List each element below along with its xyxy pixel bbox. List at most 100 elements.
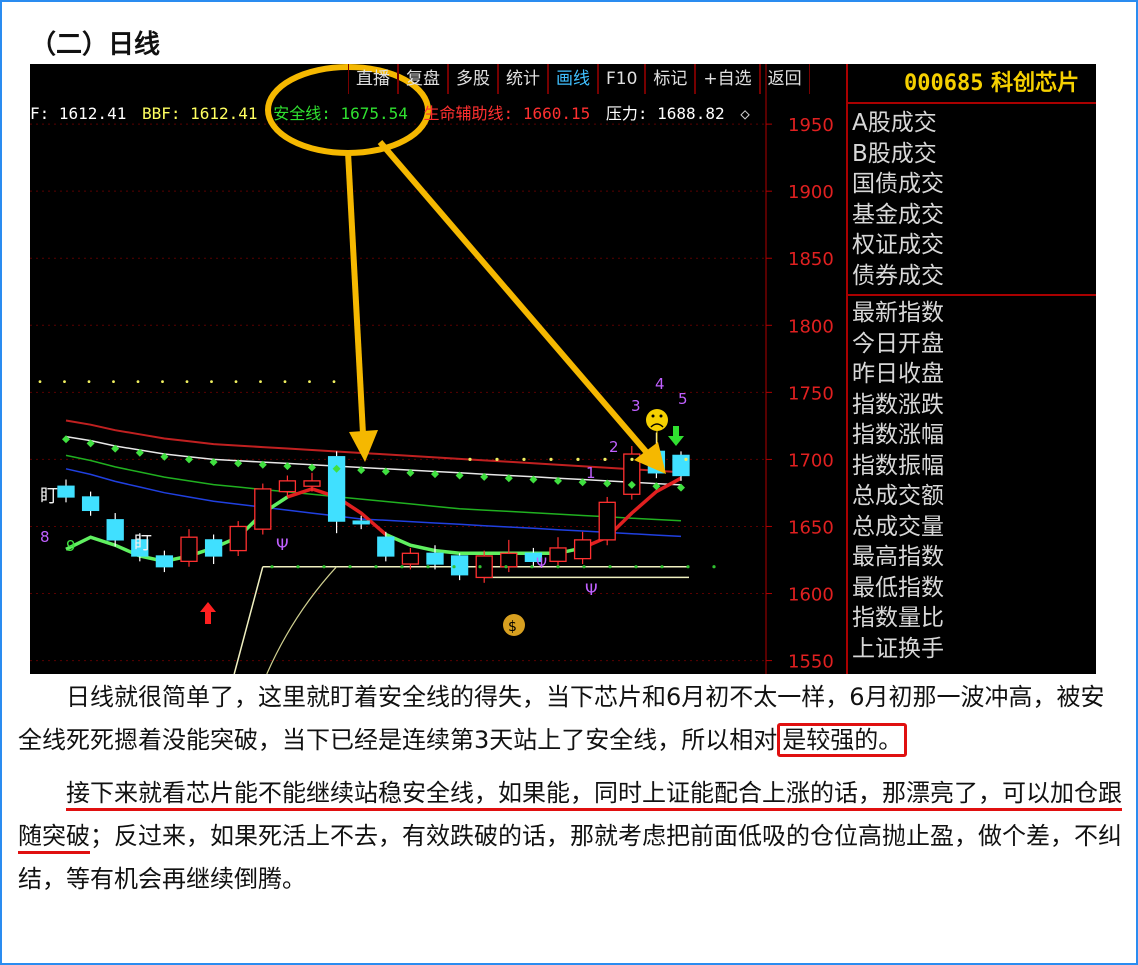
side-item-index-7[interactable]: 总成交量	[852, 512, 1096, 543]
dotted-row-support-9	[504, 565, 508, 569]
chart-grid	[30, 64, 767, 674]
side-item-trade-1[interactable]: B股成交	[852, 139, 1096, 170]
side-item-index-2[interactable]: 昨日收盘	[852, 359, 1096, 390]
toolbar-tab-3[interactable]: 统计	[498, 64, 548, 94]
paragraph-1: 日线就很简单了，这里就盯着安全线的得失，当下芯片和6月初不太一样，6月初那一波冲…	[18, 676, 1122, 762]
y-tick-label-2: 1850	[788, 249, 834, 270]
y-tick-label-7: 1600	[788, 585, 834, 606]
mark-ding-2: 盯	[134, 533, 152, 554]
y-tick-label-6: 1650	[788, 517, 834, 538]
dotted-row-mid-0	[468, 457, 472, 462]
dotted-row-top-12	[332, 380, 336, 384]
dotted-row-top-9	[259, 380, 262, 384]
dotted-row-top-6	[185, 380, 189, 384]
toolbar-tab-0[interactable]: 直播	[348, 64, 398, 94]
dotted-row-support-1	[296, 565, 300, 569]
candle-body-5	[180, 536, 198, 562]
mark-num-5: 5	[678, 390, 688, 408]
paragraph-2-text: ；反过来，如果死活上不去，有效跌破的话，那就考虑把前面低吸的仓位高抛止盈，做个差…	[18, 822, 1122, 893]
candle-body-9	[278, 480, 297, 493]
mark-num-4: 4	[655, 375, 665, 393]
dotted-row-support-16	[686, 565, 690, 569]
dotted-row-top-5	[161, 380, 164, 384]
dotted-row-support-5	[400, 565, 404, 569]
indicator-infobar: F: 1612.41 BBF: 1612.41 安全线: 1675.54 生命辅…	[30, 100, 756, 124]
pointer-arrow-2	[377, 140, 651, 456]
article-text: 日线就很简单了，这里就盯着安全线的得失，当下芯片和6月初不太一样，6月初那一波冲…	[18, 676, 1122, 901]
side-item-trade-2[interactable]: 国债成交	[852, 169, 1096, 200]
support-curve-line	[266, 566, 338, 674]
sad-face-eye-left	[651, 414, 655, 418]
dotted-row-top-1	[63, 380, 66, 384]
y-axis: 1950 1900 1850 1800 1750 1700 1650 1600 1550	[766, 115, 834, 673]
y-tick-label-1: 1900	[788, 182, 834, 203]
candle-body-4	[155, 555, 174, 568]
side-item-trade-3[interactable]: 基金成交	[852, 200, 1096, 231]
y-tick-label-4: 1750	[788, 383, 834, 404]
candle-body-2	[106, 519, 124, 541]
side-item-index-9[interactable]: 最低指数	[852, 573, 1096, 604]
side-item-index-3[interactable]: 指数涨跌	[852, 390, 1096, 421]
indicator-bbf: BBF: 1612.41	[141, 104, 258, 123]
y-tick-label-0: 1950	[788, 115, 834, 136]
side-item-index-8[interactable]: 最高指数	[852, 542, 1096, 573]
mark-num-1: 1	[586, 464, 596, 482]
dotted-row-top-0	[38, 380, 42, 384]
candle-body-20	[549, 547, 567, 562]
candle-body-22	[598, 501, 616, 541]
dotted-row-top-11	[308, 380, 311, 384]
dotted-row-mid-4	[576, 457, 580, 462]
money-bag-symbol: $	[508, 619, 517, 635]
toolbar-tab-4[interactable]: 画线	[548, 64, 598, 94]
side-item-trade-0[interactable]: A股成交	[852, 108, 1096, 139]
side-item-index-5[interactable]: 指数振幅	[852, 451, 1096, 482]
side-item-index-0[interactable]: 最新指数	[852, 298, 1096, 329]
mark-psi-2: Ψ	[536, 556, 547, 572]
dotted-row-mid-5	[603, 457, 607, 462]
pointer-arrow-1	[345, 151, 366, 435]
mark-8: 8	[40, 528, 50, 546]
side-item-index-1[interactable]: 今日开盘	[852, 329, 1096, 360]
dotted-row-support-2	[322, 565, 326, 569]
side-item-index-4[interactable]: 指数涨幅	[852, 420, 1096, 451]
toolbar-tab-7[interactable]: +自选	[695, 64, 760, 94]
stock-title: 000685 科创芯片	[848, 64, 1096, 104]
dotted-row-top-2	[87, 380, 91, 384]
toolbar-tab-1[interactable]: 复盘	[398, 64, 448, 94]
dotted-row-top-8	[234, 380, 238, 384]
side-item-index-11[interactable]: 上证换手	[852, 634, 1096, 665]
toolbar-tab-6[interactable]: 标记	[645, 64, 696, 94]
side-item-trade-4[interactable]: 权证成交	[852, 230, 1096, 261]
dotted-row-support-7	[452, 565, 456, 569]
candle-body-13	[377, 536, 395, 557]
toolbar-tab-8[interactable]: 返回	[759, 64, 810, 94]
dotted-row-mid-3	[549, 457, 553, 462]
side-item-index-10[interactable]: 指数量比	[852, 603, 1096, 634]
candle-body-12	[352, 520, 370, 525]
dotted-row-top-4	[136, 380, 140, 384]
stock-name: 科创芯片	[991, 71, 1080, 96]
toolbar-tab-5[interactable]: F10	[598, 64, 646, 94]
indicator-safety-line: 安全线: 1675.54	[273, 104, 408, 123]
candle-body-1	[81, 496, 100, 512]
candle-body-0	[57, 485, 75, 498]
dotted-row-support-0	[270, 565, 274, 569]
market-side-panel: 000685 科创芯片 A股成交 B股成交 国债成交 基金成交 权证成交 债券成交 最新指…	[846, 64, 1096, 674]
mark-psi-3: Ψ	[585, 580, 598, 599]
y-tick-label-3: 1800	[788, 316, 834, 337]
side-item-trade-5[interactable]: 债券成交	[852, 261, 1096, 292]
candle-body-21	[573, 539, 592, 560]
candle-body-15	[426, 552, 444, 565]
dotted-row-support-10	[530, 565, 534, 569]
side-item-index-6[interactable]: 总成交额	[852, 481, 1096, 512]
toolbar-tab-2[interactable]: 多股	[448, 64, 498, 94]
indicator-pressure: 压力: 1688.82	[605, 104, 725, 123]
dotted-row-support-15	[660, 565, 664, 569]
pointer-arrowhead-1	[349, 430, 378, 462]
mark-9: 9	[66, 537, 76, 555]
diamond-icon[interactable]: ◇	[740, 104, 750, 123]
dotted-row-top-3	[112, 380, 115, 384]
stock-code: 000685	[904, 71, 984, 96]
candlestick-chart: 195019001850180017501700165016001550 盯盯8…	[30, 64, 834, 674]
candle-body-14	[401, 552, 420, 565]
